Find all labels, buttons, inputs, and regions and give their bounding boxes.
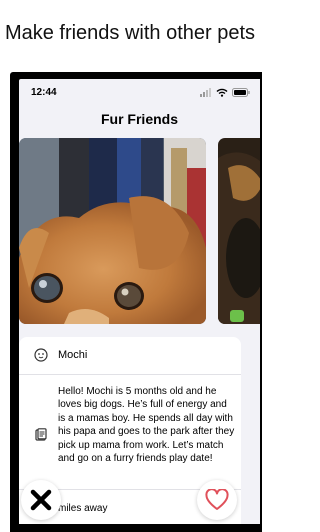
status-bar: 12:44 [19, 79, 260, 105]
signal-icon [200, 87, 211, 97]
paw-icon [34, 348, 48, 362]
pet-distance: miles away [58, 503, 108, 514]
heart-icon [205, 489, 229, 510]
battery-icon [232, 87, 250, 97]
status-icons [200, 87, 250, 97]
app-screen: 12:44 Fur Friends Mochi Hello! Mochi is … [19, 79, 260, 524]
wifi-icon [216, 88, 228, 97]
pet-photo[interactable] [19, 138, 206, 324]
like-button[interactable] [197, 480, 237, 520]
pet-photo-next[interactable] [218, 138, 260, 324]
close-icon [30, 489, 52, 511]
page-title: Fur Friends [100, 111, 178, 127]
status-time: 12:44 [31, 87, 57, 98]
pass-button[interactable] [21, 480, 61, 520]
photo-carousel[interactable] [19, 138, 260, 324]
pet-name: Mochi [58, 349, 88, 361]
pet-bio: Hello! Mochi is 5 months old and he love… [58, 386, 235, 465]
document-icon [35, 428, 47, 441]
pet-bio-row: Hello! Mochi is 5 months old and he love… [19, 375, 241, 490]
headline: Make friends with other pets [4, 22, 256, 44]
pet-name-row: Mochi [19, 337, 241, 375]
